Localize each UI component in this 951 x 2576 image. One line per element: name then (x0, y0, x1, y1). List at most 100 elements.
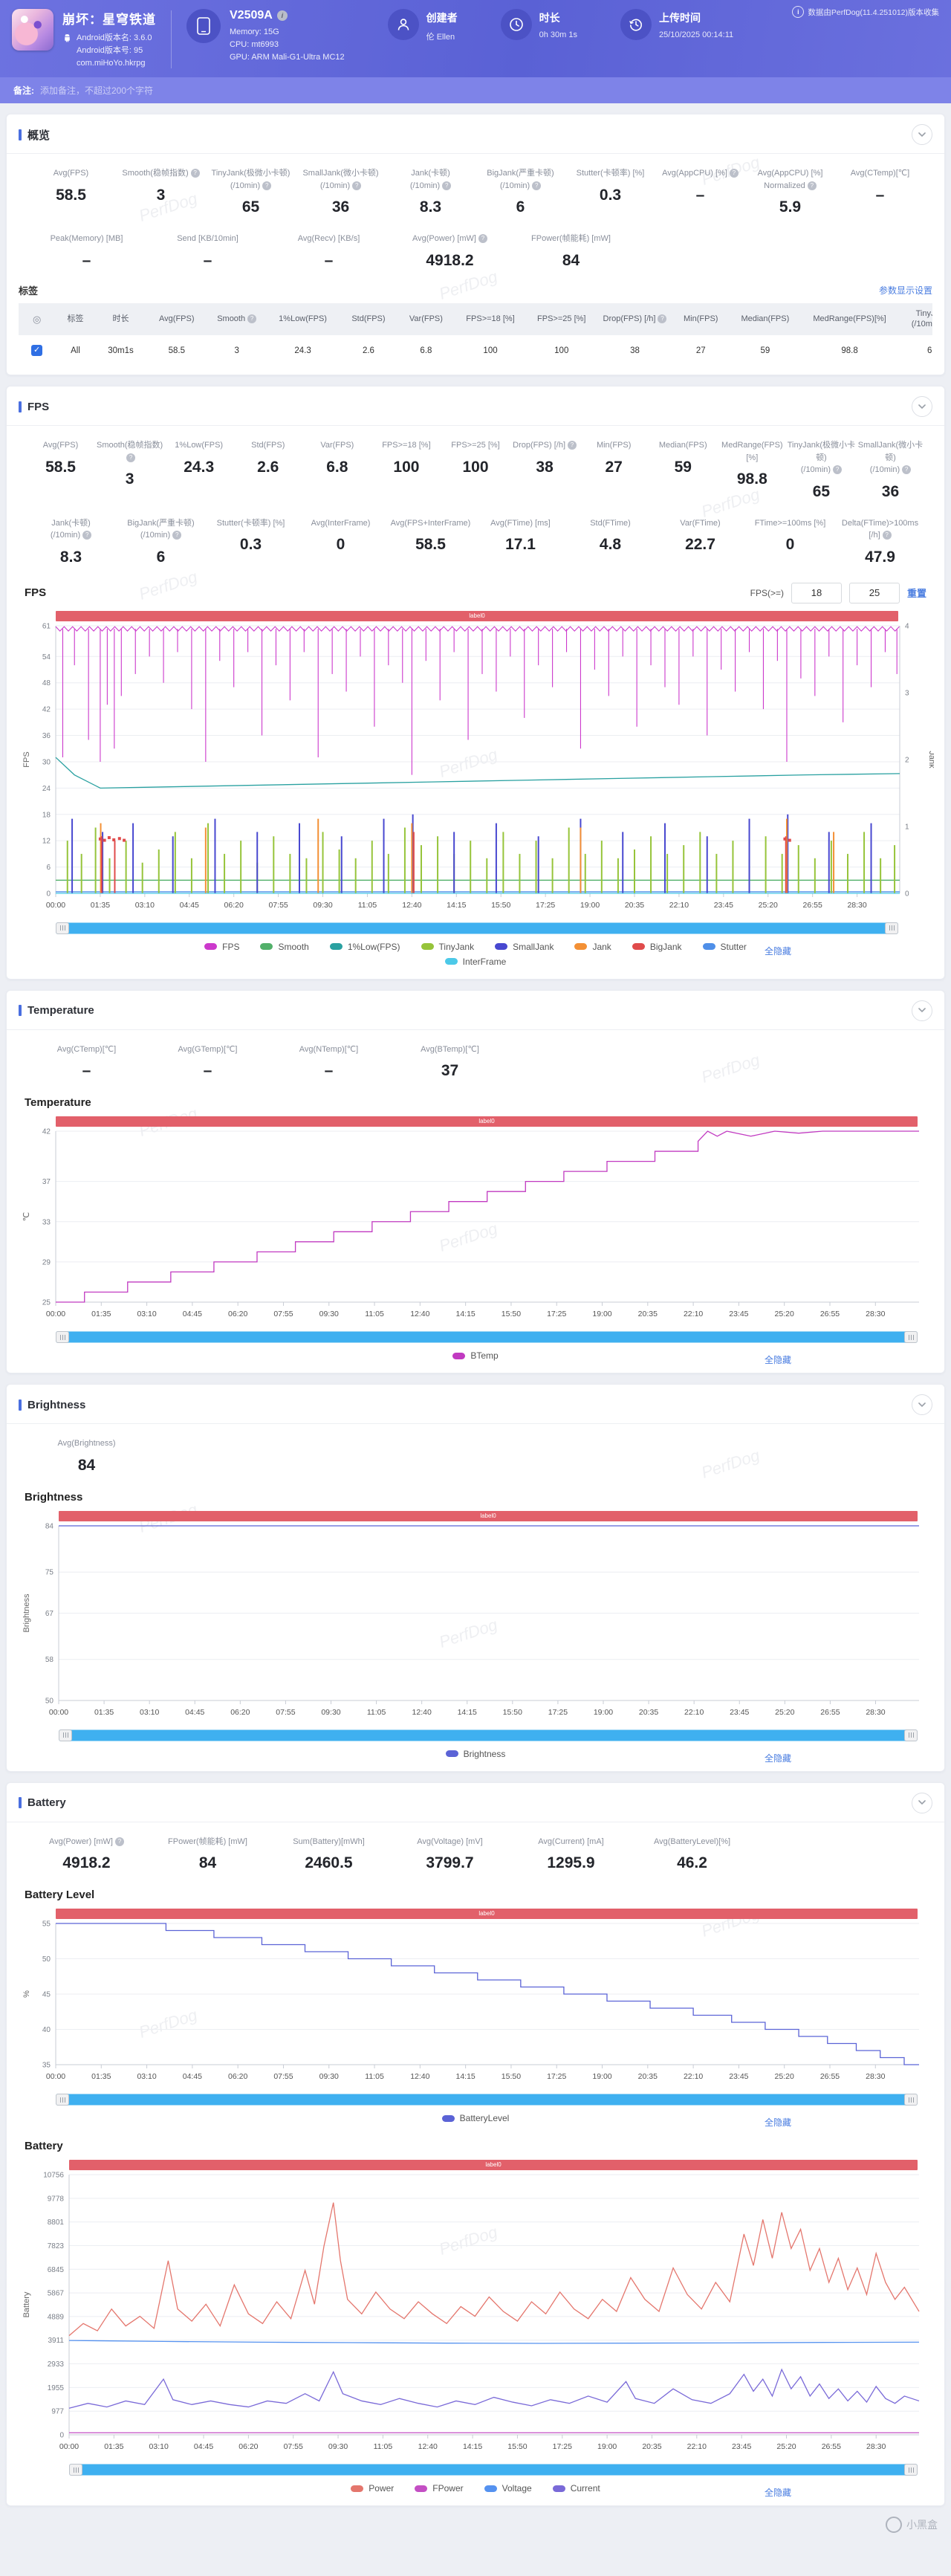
svg-text:00:00: 00:00 (46, 2072, 65, 2081)
legend-item[interactable]: Current (552, 2483, 600, 2494)
metric-value: 36 (881, 482, 900, 500)
help-icon[interactable]: ? (729, 169, 739, 178)
help-icon[interactable]: ? (82, 531, 92, 540)
svg-text:17:25: 17:25 (536, 901, 555, 910)
table-column-header: Std(FPS) (340, 302, 397, 336)
battery-chart: label0 0 977 1955 2933 3911 4889 5867 6845 7823 88… (19, 2160, 932, 2498)
legend-item[interactable]: InterFrame (444, 957, 506, 967)
collapse-brightness-button[interactable] (912, 1394, 932, 1416)
table-cell: 59 (760, 346, 770, 355)
legend-item[interactable]: TinyJank (421, 942, 474, 952)
help-icon[interactable]: ? (658, 314, 667, 324)
row-checkbox[interactable]: ✓ (31, 345, 43, 357)
metric-value: 58.5 (56, 186, 86, 204)
svg-text:26:55: 26:55 (820, 1310, 840, 1318)
help-icon[interactable]: ? (352, 181, 362, 190)
collapse-battery-button[interactable] (912, 1792, 932, 1813)
fps-threshold-label: FPS(>=) (750, 587, 784, 598)
svg-text:03:10: 03:10 (140, 1708, 159, 1717)
svg-text:50: 50 (42, 1955, 51, 1964)
metric-value: 8.3 (419, 198, 442, 216)
help-icon[interactable]: ? (833, 465, 843, 475)
scrollbar-handle-left[interactable] (56, 2094, 69, 2106)
help-icon[interactable]: ? (902, 465, 912, 475)
collapse-fps-button[interactable] (912, 396, 932, 418)
reset-link[interactable]: 重置 (907, 586, 926, 600)
help-icon[interactable]: ? (190, 169, 200, 178)
hide-all-link[interactable]: 全隐藏 (765, 1752, 791, 1764)
legend-item[interactable]: Jank (574, 942, 611, 952)
metric: Stutter(卡顿率) [%] 0.3 (565, 167, 655, 216)
metric: FPS>=25 [%] 100 (441, 439, 510, 501)
svg-text:42: 42 (42, 1128, 51, 1136)
metric-value: 2460.5 (305, 1854, 353, 1872)
chart-scrollbar[interactable] (56, 1331, 918, 1344)
svg-text:19:00: 19:00 (594, 1708, 613, 1717)
collapse-temperature-button[interactable] (912, 1000, 932, 1021)
help-icon[interactable]: ? (442, 181, 452, 190)
metric: Std(FTime) 4.8 (565, 517, 655, 566)
help-icon[interactable]: ? (126, 453, 136, 462)
collapse-overview-button[interactable] (912, 124, 932, 146)
scrollbar-handle-right[interactable] (904, 1331, 918, 1344)
help-icon[interactable]: ? (532, 181, 542, 190)
help-icon[interactable]: ? (478, 234, 487, 244)
legend-item[interactable]: Power (351, 2483, 394, 2494)
metric-value: 0 (785, 536, 795, 554)
scrollbar-handle-left[interactable] (59, 1729, 72, 1741)
help-icon[interactable]: ? (172, 531, 182, 540)
legend-item[interactable]: Stutter (702, 942, 747, 952)
hide-all-link[interactable]: 全隐藏 (765, 2486, 791, 2499)
svg-text:Brightness: Brightness (22, 1593, 31, 1632)
note-bar[interactable]: 备注: 添加备注，不超过200个字符 (0, 77, 951, 104)
svg-text:10756: 10756 (43, 2172, 64, 2180)
svg-text:1955: 1955 (48, 2384, 65, 2392)
svg-text:01:35: 01:35 (104, 2442, 123, 2451)
help-icon[interactable]: ? (882, 531, 892, 540)
legend-item[interactable]: SmallJank (495, 942, 554, 952)
scrollbar-handle-left[interactable] (56, 922, 69, 934)
legend-item[interactable]: FPower (415, 2483, 464, 2494)
chart-scrollbar[interactable] (56, 2094, 918, 2106)
brightness-metrics: Avg(Brightness) 84 (7, 1424, 944, 1478)
legend-item[interactable]: BigJank (632, 942, 682, 952)
legend-item[interactable]: Smooth (260, 942, 309, 952)
hide-all-link[interactable]: 全隐藏 (765, 945, 791, 957)
history-icon (620, 9, 652, 40)
labels-table-wrap[interactable]: ◎ 标签 时长 Avg(FPS) Smooth? 1%Low(FPS) Std(FPS) Va… (19, 302, 932, 366)
metric-value: 37 (441, 1062, 459, 1080)
help-icon[interactable]: ? (114, 1836, 124, 1846)
scrollbar-handle-right[interactable] (885, 922, 898, 934)
fps-threshold-input-1[interactable] (791, 582, 842, 603)
chart-scrollbar[interactable] (59, 1729, 918, 1741)
help-icon[interactable]: ? (807, 181, 817, 190)
device-cpu: CPU: mt6993 (230, 40, 279, 50)
fps-threshold-input-2[interactable] (848, 582, 900, 603)
scrollbar-handle-right[interactable] (904, 1729, 918, 1741)
scrollbar-handle-left[interactable] (56, 1331, 69, 1344)
legend-item[interactable]: Brightness (445, 1749, 505, 1759)
legend-item[interactable]: Voltage (484, 2483, 532, 2494)
help-icon[interactable]: ? (568, 441, 577, 450)
legend-item[interactable]: 1%Low(FPS) (329, 942, 400, 952)
svg-text:15:50: 15:50 (502, 1310, 521, 1318)
help-icon[interactable]: ? (262, 181, 272, 190)
hide-all-link[interactable]: 全隐藏 (765, 1353, 791, 1366)
svg-text:23:45: 23:45 (729, 2072, 748, 2081)
legend-item[interactable]: BTemp (452, 1350, 499, 1361)
svg-text:20:35: 20:35 (642, 2442, 661, 2451)
legend-item[interactable]: FPS (204, 942, 239, 952)
metric: Avg(FPS+InterFrame) 58.5 (386, 517, 476, 566)
scrollbar-handle-right[interactable] (904, 2094, 918, 2106)
overview-metrics-row1: Avg(FPS) 58.5 Smooth(稳帧指数)? 3 TinyJank(极微小卡顿… (7, 154, 944, 219)
chart-scrollbar[interactable] (69, 2464, 918, 2476)
help-icon[interactable]: ? (247, 314, 257, 324)
legend-item[interactable]: BatteryLevel (441, 2113, 509, 2123)
device-info-icon[interactable]: i (276, 10, 288, 21)
scrollbar-handle-right[interactable] (904, 2464, 918, 2476)
param-settings-link[interactable]: 参数显示设置 (879, 284, 932, 297)
section-title-overview: 概览 (27, 129, 51, 142)
svg-text:17:25: 17:25 (547, 1310, 566, 1318)
scrollbar-handle-left[interactable] (69, 2464, 82, 2476)
chart-scrollbar[interactable] (56, 922, 898, 934)
